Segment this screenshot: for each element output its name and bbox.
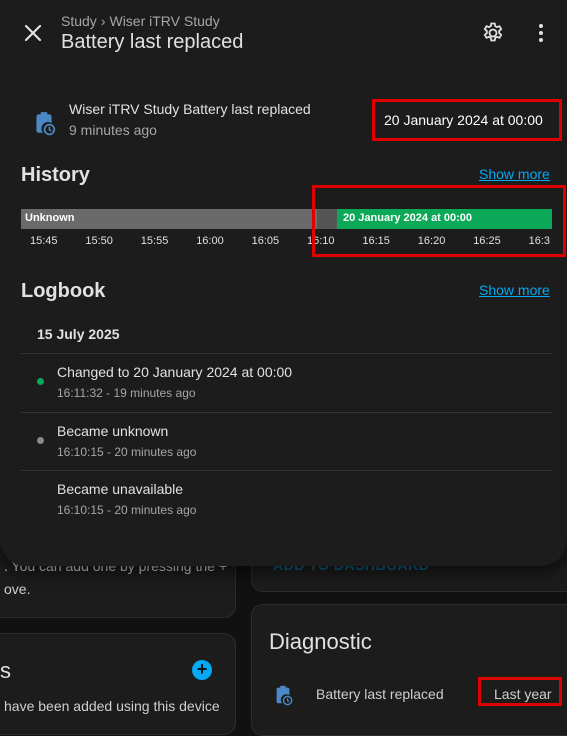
diagnostic-heading: Diagnostic	[269, 629, 372, 654]
more-vertical-icon[interactable]	[529, 21, 553, 45]
diagnostic-card	[251, 604, 567, 736]
close-icon[interactable]	[20, 20, 46, 46]
logbook-entry-title: Changed to 20 January 2024 at 00:00	[57, 364, 293, 380]
timeline-tick-label: 15:55	[140, 235, 169, 247]
logbook-entry-time: 16:11:32 - 19 minutes ago	[57, 386, 196, 400]
dialog-title: Battery last replaced	[61, 31, 244, 53]
breadcrumb-separator: ›	[100, 13, 106, 29]
timeline-segment-unknown[interactable]: Unknown	[21, 209, 337, 229]
logbook-entry-time: 16:10:15 - 20 minutes ago	[57, 445, 197, 459]
status-dot	[37, 437, 44, 444]
diagnostic-row-label[interactable]: Battery last replaced	[316, 686, 444, 702]
logbook-entry-title: Became unknown	[57, 423, 169, 439]
history-heading: History	[21, 164, 90, 186]
history-show-more-link[interactable]: Show more	[479, 166, 550, 182]
entity-name: Wiser iTRV Study Battery last replaced	[69, 101, 311, 117]
status-dot	[37, 378, 44, 385]
more-info-dialog: Study › Wiser iTRV Study Battery last repl…	[0, 0, 567, 566]
background-text: ove.	[4, 581, 31, 597]
highlight-box	[372, 99, 562, 141]
divider	[21, 412, 552, 413]
divider	[21, 470, 552, 471]
battery-clock-icon	[31, 110, 57, 136]
timeline-tick-label: 15:50	[85, 235, 113, 247]
timeline-tick-label: 15:45	[30, 235, 58, 247]
logbook-entry-time: 16:10:15 - 20 minutes ago	[57, 503, 197, 517]
logbook-entry-title: Became unavailable	[57, 481, 184, 497]
breadcrumb: Study › Wiser iTRV Study	[61, 13, 220, 29]
divider	[21, 353, 552, 354]
timeline-segment-label: Unknown	[25, 212, 75, 224]
add-icon[interactable]: +	[192, 660, 212, 680]
timeline-tick-label: 16:05	[251, 235, 280, 247]
breadcrumb-item[interactable]: Study	[61, 13, 97, 29]
gear-icon[interactable]	[481, 21, 505, 45]
highlight-box	[312, 185, 566, 257]
background-heading: s	[0, 658, 11, 683]
logbook-show-more-link[interactable]: Show more	[479, 282, 550, 298]
background-card-left-bottom	[0, 633, 236, 735]
background-text: have been added using this device	[4, 698, 220, 714]
entity-last-changed: 9 minutes ago	[69, 122, 157, 138]
battery-clock-icon	[272, 683, 294, 707]
highlight-box	[478, 677, 562, 706]
logbook-date: 15 July 2025	[37, 326, 120, 342]
logbook-heading: Logbook	[21, 280, 106, 302]
timeline-tick-label: 16:00	[196, 235, 224, 247]
breadcrumb-item[interactable]: Wiser iTRV Study	[109, 13, 219, 29]
